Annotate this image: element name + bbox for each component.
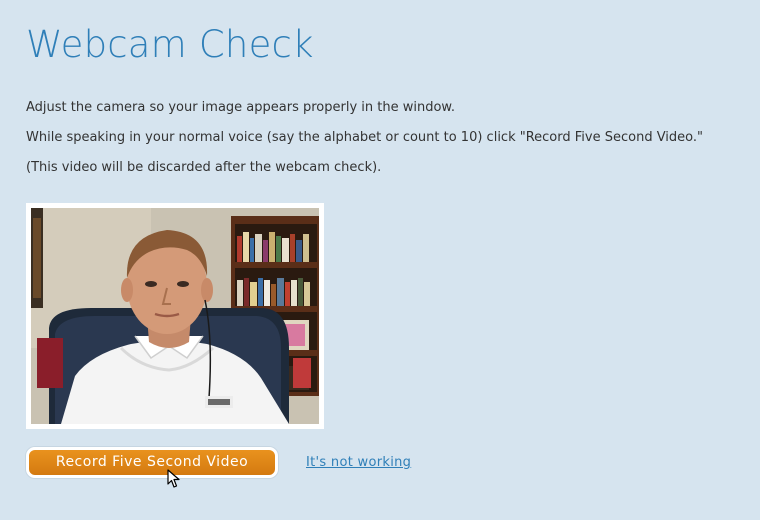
record-five-second-video-button[interactable]: Record Five Second Video: [26, 447, 278, 478]
not-working-link[interactable]: It's not working: [306, 455, 411, 470]
webcam-video-feed: [31, 208, 319, 424]
instructions: Adjust the camera so your image appears …: [26, 93, 746, 183]
webcam-preview-image: [31, 208, 319, 424]
webcam-preview-frame: [26, 203, 324, 429]
instruction-line-2: While speaking in your normal voice (say…: [26, 130, 704, 145]
instruction-line-1: Adjust the camera so your image appears …: [26, 100, 455, 115]
page-title: Webcam Check: [26, 23, 314, 66]
instruction-line-3: (This video will be discarded after the …: [26, 160, 382, 175]
